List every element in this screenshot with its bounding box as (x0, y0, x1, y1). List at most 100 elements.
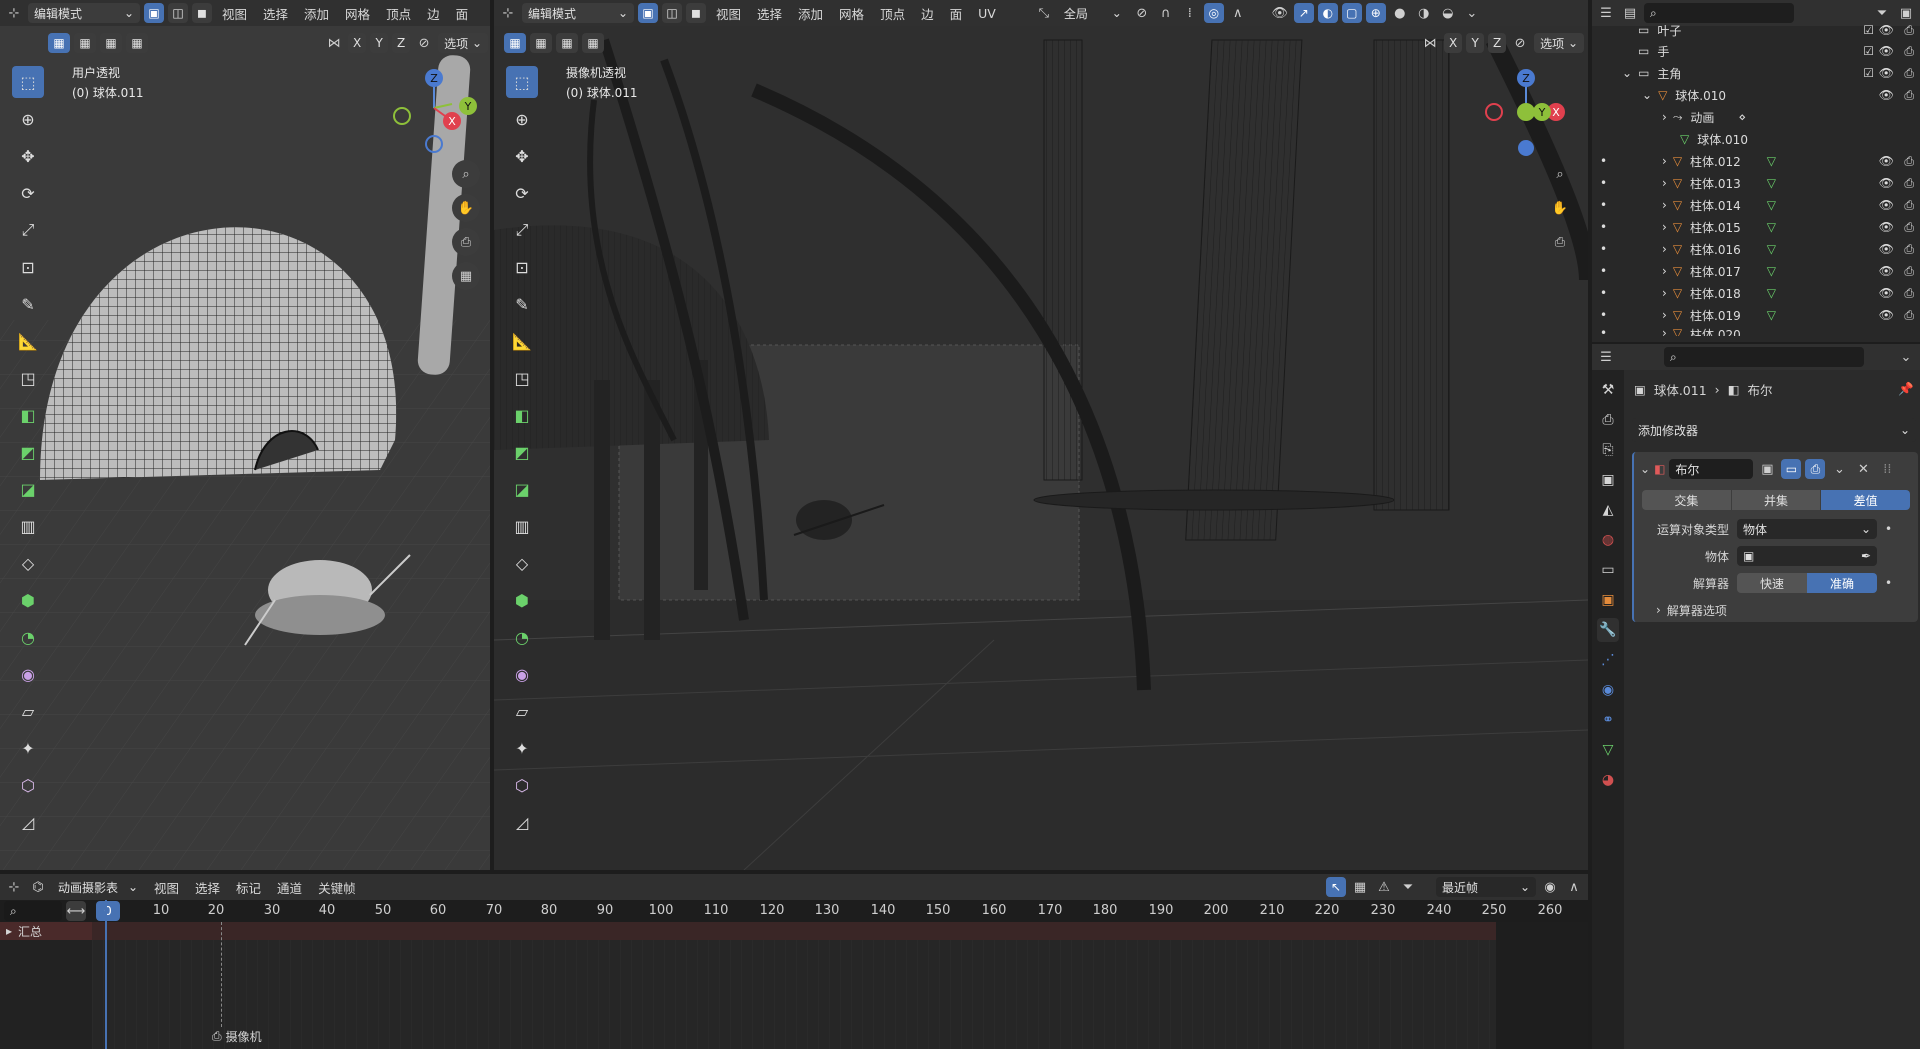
checkbox-icon[interactable]: ☑ (1863, 23, 1874, 37)
rip-tool-icon[interactable]: ◿ (12, 806, 44, 838)
scale-tool-icon[interactable]: ⤢ (506, 214, 538, 246)
wireframe-shading-button[interactable]: ⊕ (1365, 3, 1386, 23)
eye-icon[interactable]: 👁 (1879, 308, 1894, 322)
solver-fast-button[interactable]: 快速 (1737, 573, 1807, 593)
camera-icon[interactable]: ⎙ (1904, 88, 1914, 103)
rotate-tool-icon[interactable]: ⟳ (506, 177, 538, 209)
vertex-select-button[interactable]: ▣ (144, 3, 164, 23)
expand-chevron-icon[interactable]: › (1662, 286, 1667, 300)
edge-select-button[interactable]: ◫ (662, 3, 682, 23)
drag-handle-icon[interactable]: ⁞⁞ (1877, 459, 1897, 479)
extrude-tool-icon[interactable]: ◧ (506, 399, 538, 431)
constraints-tab-icon[interactable]: ⚭ (1597, 708, 1619, 732)
face-select-button[interactable]: ◼ (686, 3, 706, 23)
main-viewport[interactable]: ⊹ 编辑模式 ⌄ ▣ ◫ ◼ 视图 选择 添加 网格 顶点 边 面 UV ⤡ 全局… (494, 0, 1588, 870)
render-tab-icon[interactable]: ⎙ (1597, 408, 1619, 432)
camera-icon[interactable]: ⎙ (1904, 264, 1914, 279)
left-options-dropdown[interactable]: 选项 ⌄ (438, 33, 488, 53)
checkbox-icon[interactable]: ☑ (1863, 44, 1874, 58)
snap-increment-icon[interactable]: ⁞ (1180, 3, 1200, 23)
menu-mesh[interactable]: 网格 (833, 4, 870, 23)
outliner-row[interactable]: • › ▽ 柱体.019 ▽ 👁 ⎙ (1592, 304, 1920, 326)
expand-chevron-icon[interactable]: › (1662, 308, 1667, 322)
zoom-icon[interactable]: ⌕ (1546, 160, 1574, 188)
menu-face[interactable]: 面 (944, 4, 969, 23)
eye-icon[interactable]: 👁 (1879, 154, 1894, 168)
data-tab-icon[interactable]: ▽ (1597, 738, 1619, 762)
bevel-tool-icon[interactable]: ◪ (12, 473, 44, 505)
mirror-z[interactable]: Z (1488, 33, 1507, 53)
op-difference-button[interactable]: 差值 (1821, 490, 1911, 510)
add-cube-tool-icon[interactable]: ◳ (506, 362, 538, 394)
menu-channel[interactable]: 通道 (271, 878, 308, 897)
show-viewport-button[interactable]: ▭ (1781, 459, 1802, 479)
main-options-dropdown[interactable]: 选项 ⌄ (1534, 33, 1584, 53)
menu-add[interactable]: 添加 (792, 4, 829, 23)
material-shading-icon[interactable]: ◑ (1414, 3, 1434, 23)
menu-add[interactable]: 添加 (298, 4, 335, 23)
transform-tool-icon[interactable]: ⊡ (506, 251, 538, 283)
eye-icon[interactable]: 👁 (1879, 88, 1894, 102)
eye-icon[interactable]: 👁 (1879, 66, 1894, 80)
bevel-tool-icon[interactable]: ◪ (506, 473, 538, 505)
checkbox-icon[interactable]: ☑ (1863, 66, 1874, 80)
inset-tool-icon[interactable]: ◩ (506, 436, 538, 468)
menu-view[interactable]: 视图 (148, 878, 185, 897)
edge-slide-tool-icon[interactable]: ▱ (506, 695, 538, 727)
expand-chevron-icon[interactable]: › (1662, 154, 1667, 168)
spin-tool-icon[interactable]: ◔ (506, 621, 538, 653)
menu-view[interactable]: 视图 (710, 4, 747, 23)
camera-icon[interactable]: ⎙ (1904, 176, 1914, 191)
menu-uv[interactable]: UV (972, 6, 1002, 21)
spin-tool-icon[interactable]: ◔ (12, 621, 44, 653)
camera-icon[interactable]: ⎙ (1904, 308, 1914, 323)
solid-shading-icon[interactable]: ● (1390, 3, 1410, 23)
mirror-x[interactable]: X (348, 33, 367, 53)
chevron-down-icon[interactable]: ⌄ (1896, 347, 1916, 367)
collapse-chevron-icon[interactable]: ⌄ (1622, 66, 1632, 80)
properties-search[interactable]: ⌕ (1664, 347, 1864, 367)
smooth-tool-icon[interactable]: ◉ (506, 658, 538, 690)
outliner-row[interactable]: ⌄ ▽ 球体.010 👁 ⎙ (1592, 84, 1920, 106)
eye-icon[interactable]: 👁 (1879, 44, 1894, 58)
rip-tool-icon[interactable]: ◿ (506, 806, 538, 838)
eye-icon[interactable]: 👁 (1879, 286, 1894, 300)
mirror-y[interactable]: Y (370, 33, 389, 53)
camera-icon[interactable]: ⎙ (1904, 154, 1914, 169)
measure-tool-icon[interactable]: 📐 (12, 325, 44, 357)
shear-tool-icon[interactable]: ⬡ (12, 769, 44, 801)
mirror-x[interactable]: X (1444, 33, 1463, 53)
eyedropper-icon[interactable]: ✒ (1861, 549, 1871, 563)
knife-tool-icon[interactable]: ◇ (506, 547, 538, 579)
snap-magnet-icon[interactable]: ∩ (1156, 3, 1176, 23)
loop-cut-tool-icon[interactable]: ▥ (506, 510, 538, 542)
menu-edge[interactable]: 边 (915, 4, 940, 23)
expand-chevron-icon[interactable]: › (1662, 110, 1667, 124)
visibility-icon[interactable]: 👁 (1270, 3, 1290, 23)
outliner-row[interactable]: • › ▽ 柱体.012 ▽ 👁 ⎙ (1592, 150, 1920, 172)
output-tab-icon[interactable]: ⎘ (1597, 438, 1619, 462)
eye-icon[interactable]: 👁 (1879, 23, 1894, 37)
object-picker-field[interactable]: ▣ ✒ (1737, 546, 1877, 566)
camera-icon[interactable]: ⎙ (1904, 44, 1914, 59)
op-intersect-button[interactable]: 交集 (1642, 490, 1731, 510)
physics-tab-icon[interactable]: ◉ (1597, 678, 1619, 702)
vertex-select-button[interactable]: ▣ (638, 3, 658, 23)
select-box-tool-icon[interactable]: ⬚ (12, 66, 44, 98)
camera-icon[interactable]: ⎙ (1904, 286, 1914, 301)
summary-channel[interactable]: ▸ 汇总 (0, 922, 92, 940)
transform-orientation-select[interactable]: 全局 ⌄ (1058, 3, 1128, 23)
eye-icon[interactable]: 👁 (1879, 220, 1894, 234)
snap-icon[interactable]: ⊘ (1510, 33, 1530, 53)
ortho-grid-icon[interactable]: ▦ (452, 262, 480, 290)
gizmo-toggle-button[interactable]: ↗ (1293, 3, 1314, 23)
left-nav-gizmo[interactable]: Z Y X (388, 64, 478, 160)
edge-select-button[interactable]: ◫ (168, 3, 188, 23)
expand-chevron-icon[interactable]: › (1662, 264, 1667, 278)
scale-tool-icon[interactable]: ⤢ (12, 214, 44, 246)
pan-hand-icon[interactable]: ✋ (452, 194, 480, 222)
camera-view-icon[interactable]: ⎙ (452, 228, 480, 256)
face-select-button[interactable]: ◼ (192, 3, 212, 23)
cursor-tool-icon[interactable]: ⊕ (12, 103, 44, 135)
eye-icon[interactable]: 👁 (1879, 198, 1894, 212)
